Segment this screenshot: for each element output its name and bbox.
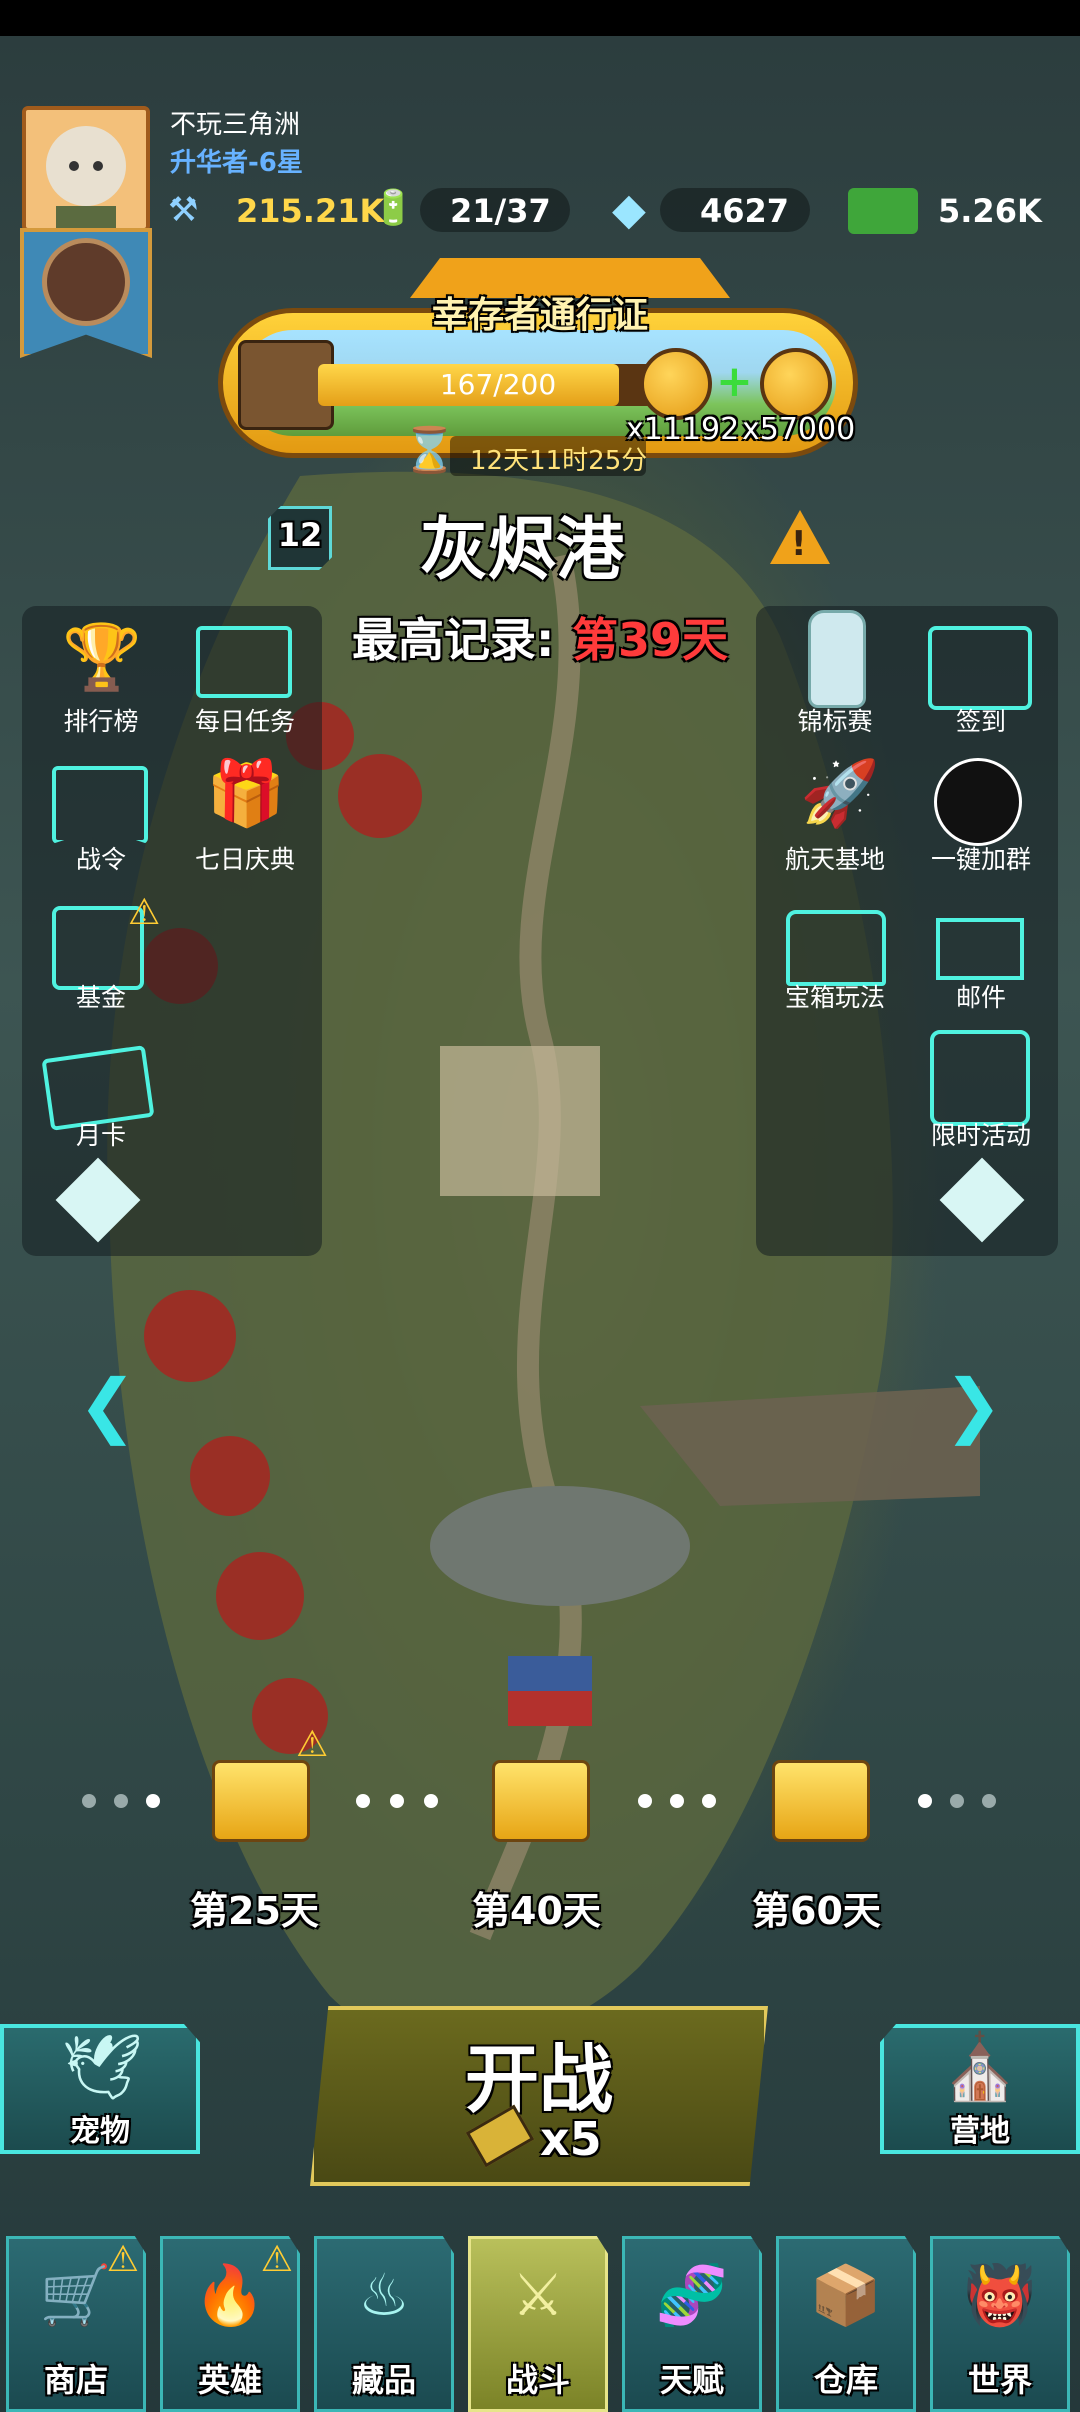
chest-icon[interactable] <box>786 910 886 986</box>
milestone-label: 第40天 <box>472 1889 601 1933</box>
progress-dot <box>982 1794 996 1808</box>
energy-value: 21/37 <box>450 192 551 230</box>
record-value: 第39天 <box>572 613 729 667</box>
crate-icon: 📦 <box>809 2261 883 2329</box>
nav-collection-label: 藏品 <box>351 2361 416 2399</box>
event-icon[interactable] <box>930 1030 1030 1126</box>
dna-icon: 🧬 <box>655 2261 729 2329</box>
level-number: 12 <box>277 516 323 554</box>
record-label: 最高记录: <box>352 613 555 667</box>
hero-warning-icon: ⚠ <box>260 2239 293 2280</box>
gift-icon[interactable]: 🎁 <box>196 756 296 831</box>
trophy-icon[interactable]: 🏆 <box>52 620 152 695</box>
rank-medal-icon <box>42 238 130 326</box>
church-icon: ⛪ <box>940 2031 1020 2105</box>
map-prev-arrow-icon[interactable]: ❮ <box>78 1364 137 1446</box>
fund-warning-icon: ⚠ <box>128 892 161 933</box>
rocket-icon[interactable]: 🚀 <box>790 756 890 831</box>
rifle-icon: ⚔ <box>512 2261 564 2329</box>
chest-mode-label[interactable]: 宝箱玩法 <box>760 978 910 1014</box>
power-value: 215.21K <box>236 192 385 230</box>
water-bottle-icon[interactable] <box>808 610 866 708</box>
flame-icon: ♨ <box>358 2261 410 2329</box>
battle-label: 开战 <box>465 2037 613 2123</box>
progress-dot <box>82 1794 96 1808</box>
mail-icon[interactable] <box>936 918 1024 980</box>
status-bar <box>0 0 1080 36</box>
milestone-chest-icon[interactable] <box>212 1760 310 1842</box>
pass-title: 幸存者通行证 <box>431 295 648 336</box>
energy-add-icon[interactable]: 🔋 <box>372 188 414 228</box>
progress-dot <box>950 1794 964 1808</box>
limited-event-label[interactable]: 限时活动 <box>906 1116 1056 1152</box>
player-name: 不玩三角洲 <box>170 110 301 140</box>
nav-shop-label: 商店 <box>43 2361 108 2399</box>
milestone-label: 第25天 <box>190 1889 319 1933</box>
hourglass-icon: ⌛ <box>402 425 457 476</box>
progress-dot <box>390 1794 404 1808</box>
progress-dot <box>424 1794 438 1808</box>
pet-label: 宠物 <box>70 2114 130 2149</box>
month-card-label[interactable]: 月卡 <box>26 1116 176 1152</box>
calendar-icon[interactable] <box>928 626 1032 710</box>
pass-reward2: x57000 <box>742 412 856 447</box>
angel-icon: 🕊 <box>61 2031 143 2105</box>
cash-value: 5.26K <box>938 192 1042 230</box>
camp-label: 营地 <box>950 2114 1010 2149</box>
nav-collection[interactable]: ♨ 藏品 <box>314 2236 454 2412</box>
warning-mark: ! <box>791 524 807 564</box>
player-rank: 升华者-6星 <box>170 148 303 178</box>
tournament-label[interactable]: 锦标赛 <box>760 702 910 738</box>
nav-talent[interactable]: 🧬 天赋 <box>622 2236 762 2412</box>
checklist-icon[interactable] <box>196 626 292 698</box>
penguin-icon[interactable] <box>934 758 1022 846</box>
milestone-chest-icon[interactable] <box>492 1760 590 1842</box>
pass-reward-cash-2-icon[interactable] <box>760 348 832 420</box>
map-next-arrow-icon[interactable]: ❯ <box>944 1364 1003 1446</box>
battle-cost: x5 <box>540 2112 602 2166</box>
gem-add-icon[interactable]: ◆ <box>612 184 646 235</box>
nav-battle[interactable]: ⚔ 战斗 <box>468 2236 608 2412</box>
sign-in-label[interactable]: 签到 <box>906 702 1056 738</box>
player-avatar[interactable] <box>22 106 150 232</box>
fund-label[interactable]: 基金 <box>26 978 176 1014</box>
mail-label[interactable]: 邮件 <box>906 978 1056 1014</box>
milestone-label: 第60天 <box>752 1889 881 1933</box>
progress-dot <box>146 1794 160 1808</box>
avatar-portrait <box>46 126 126 228</box>
progress-dot <box>638 1794 652 1808</box>
nav-shop[interactable]: 🛒 ⚠ 商店 <box>6 2236 146 2412</box>
nav-talent-label: 天赋 <box>659 2361 724 2399</box>
progress-dot <box>114 1794 128 1808</box>
plus-icon: + <box>716 356 753 407</box>
milestone-warning-icon: ⚠ <box>296 1724 329 1765</box>
nav-hero[interactable]: 🔥 ⚠ 英雄 <box>160 2236 300 2412</box>
pass-progress-text: 167/200 <box>439 368 557 401</box>
join-group-label[interactable]: 一键加群 <box>906 840 1056 876</box>
nav-battle-label: 战斗 <box>505 2361 570 2399</box>
daily-task-label[interactable]: 每日任务 <box>170 702 320 738</box>
nav-world-label: 世界 <box>967 2361 1032 2399</box>
milestone-chest-icon[interactable] <box>772 1760 870 1842</box>
nav-hero-label: 英雄 <box>197 2361 262 2399</box>
shop-warning-icon: ⚠ <box>106 2239 139 2280</box>
progress-dot <box>670 1794 684 1808</box>
gem-value: 4627 <box>700 192 790 230</box>
nav-world[interactable]: 👹 世界 <box>930 2236 1070 2412</box>
nav-warehouse-label: 仓库 <box>813 2361 878 2399</box>
battle-pass-label[interactable]: 战令 <box>26 840 176 876</box>
demon-icon: 👹 <box>963 2261 1037 2329</box>
cash-add-icon[interactable] <box>848 188 918 234</box>
progress-dot <box>702 1794 716 1808</box>
seven-day-label[interactable]: 七日庆典 <box>170 840 320 876</box>
progress-dot <box>356 1794 370 1808</box>
nav-warehouse[interactable]: 📦 仓库 <box>776 2236 916 2412</box>
location-name: 灰烬港 <box>420 511 625 590</box>
progress-dot <box>918 1794 932 1808</box>
power-icon: ⚒ <box>168 190 199 230</box>
pass-reward-cash-icon[interactable] <box>640 348 712 420</box>
pass-timer: 12天11时25分 <box>470 446 648 476</box>
ranking-label[interactable]: 排行榜 <box>26 702 176 738</box>
space-base-label[interactable]: 航天基地 <box>760 840 910 876</box>
